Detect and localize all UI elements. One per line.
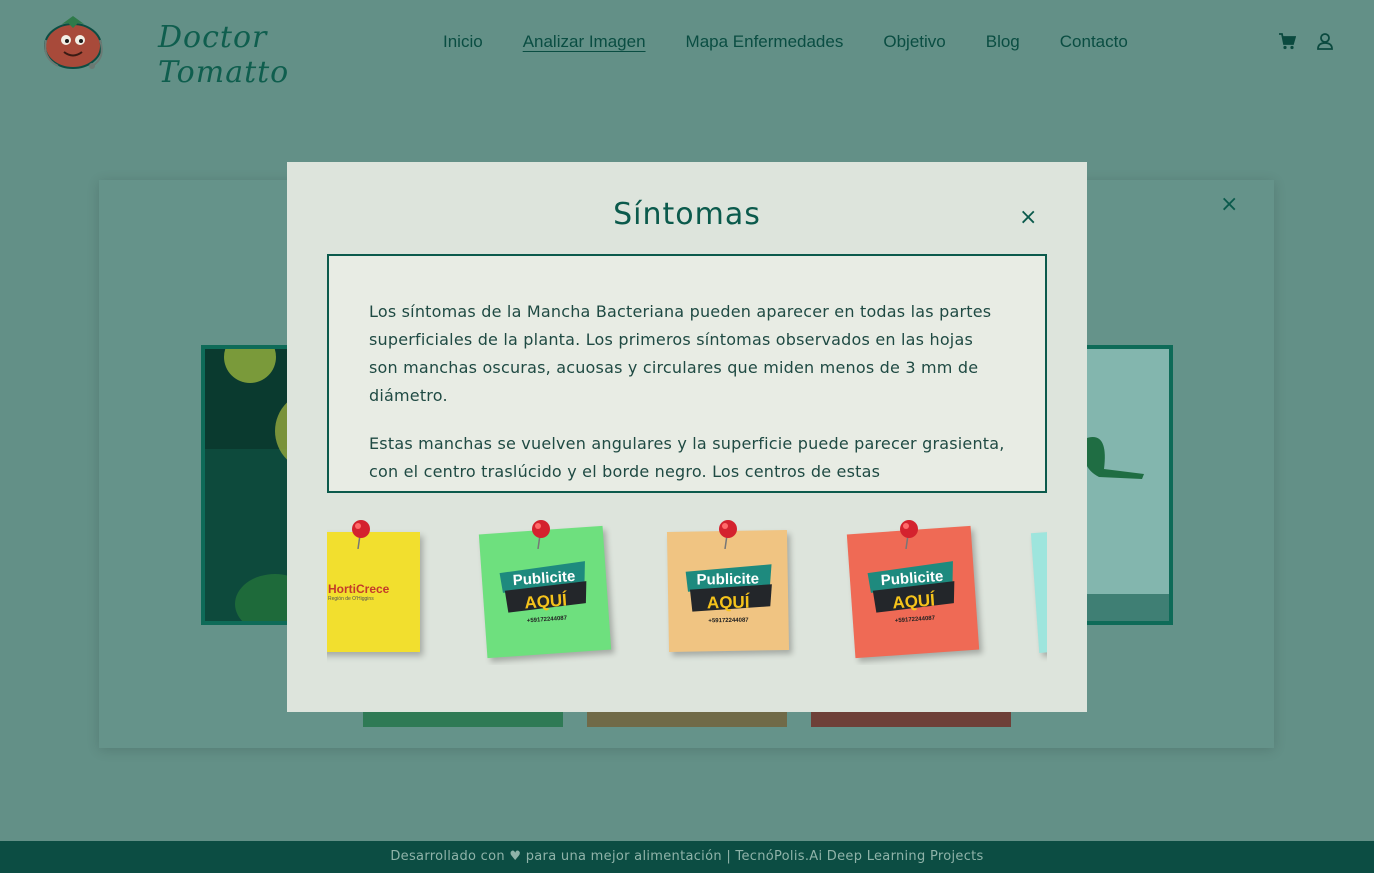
pushpin-icon (719, 520, 737, 549)
ad-brand-text: HortiCrece (328, 582, 390, 596)
symptoms-paragraph: Estas manchas se vuelven angulares y la … (369, 434, 1005, 481)
ad-card-horticrece[interactable]: HortiCrece Región de O'Higgins (327, 532, 420, 652)
pushpin-icon (532, 520, 550, 549)
brand-logo[interactable]: Doctor Tomatto (40, 10, 290, 90)
symptoms-paragraph: Los síntomas de la Mancha Bacteriana pue… (369, 302, 992, 405)
tomato-doctor-icon (44, 16, 103, 69)
modal-title: Síntomas (613, 197, 761, 232)
modal-close-icon[interactable]: × (1019, 205, 1037, 230)
cart-icon[interactable] (1278, 32, 1296, 50)
nav-item-mapa-enfermedades[interactable]: Mapa Enfermedades (686, 32, 844, 52)
pushpin-icon (900, 520, 918, 549)
main-nav: Inicio Analizar Imagen Mapa Enfermedades… (443, 32, 1128, 52)
ads-carousel[interactable]: HortiCrece Región de O'Higgins Publicite… (327, 515, 1047, 665)
nav-item-analizar-imagen[interactable]: Analizar Imagen (523, 32, 646, 52)
nav-item-contacto[interactable]: Contacto (1060, 32, 1128, 52)
footer-credit: Desarrollado con ♥ para una mejor alimen… (390, 849, 984, 864)
ad-line1: Publicite (696, 570, 760, 589)
ad-card-partial[interactable] (1030, 529, 1047, 653)
nav-item-objetivo[interactable]: Objetivo (883, 32, 945, 52)
nav-item-inicio[interactable]: Inicio (443, 32, 483, 52)
brand-name: Doctor Tomatto (158, 20, 290, 90)
ad-brand-sub: Región de O'Higgins (328, 596, 374, 602)
pushpin-icon (352, 520, 370, 549)
ad-line2: AQUÍ (706, 592, 750, 613)
ad-phone: +59172244087 (708, 617, 749, 625)
user-icon[interactable] (1316, 32, 1334, 50)
symptoms-text-box[interactable]: Los síntomas de la Mancha Bacteriana pue… (327, 254, 1047, 493)
site-header: Doctor Tomatto Inicio Analizar Imagen Ma… (0, 0, 1374, 90)
nav-item-blog[interactable]: Blog (986, 32, 1020, 52)
site-footer: Desarrollado con ♥ para una mejor alimen… (0, 841, 1374, 873)
header-actions (1278, 32, 1334, 50)
